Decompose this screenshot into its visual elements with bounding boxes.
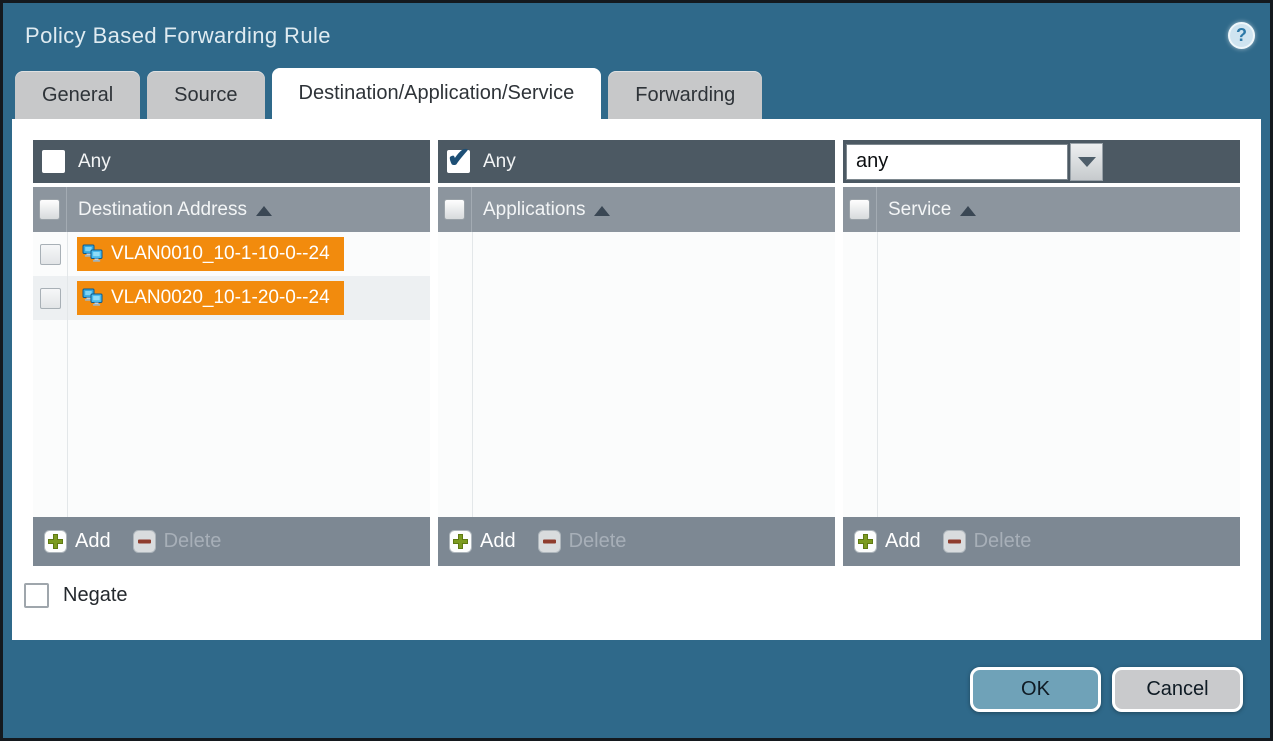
delete-application-button[interactable]: Delete [538,530,627,553]
service-type-value[interactable]: any [846,144,1068,180]
destination-any-label: Any [78,151,111,173]
sort-ascending-icon [594,206,610,216]
destination-any-checkbox[interactable]: ✔ [42,150,65,173]
plus-icon [449,530,472,553]
applications-header-label: Applications [483,199,585,221]
plus-icon [854,530,877,553]
network-group-icon [82,244,104,264]
network-group-icon [82,288,104,308]
destination-address-item[interactable]: VLAN0010_10-1-10-0--24 [77,237,344,271]
service-any-bar: any [843,140,1240,183]
dialog-title: Policy Based Forwarding Rule [25,23,331,49]
service-type-dropdown[interactable]: any [846,143,1103,181]
destination-address-label: VLAN0010_10-1-10-0--24 [111,243,330,265]
destination-select-all-checkbox[interactable] [39,199,60,220]
applications-any-label: Any [483,151,516,173]
service-select-all-checkbox[interactable] [849,199,870,220]
tab-source[interactable]: Source [147,71,264,119]
service-header-label: Service [888,199,951,221]
service-sort[interactable]: Service [877,187,976,232]
negate-row: Negate [24,583,1261,608]
applications-any-bar: ✔ Any [438,140,835,183]
add-application-button[interactable]: Add [449,530,516,553]
tab-content-panel: ✔ Any Destination Address [12,119,1261,640]
service-footer-bar: Add Delete [843,517,1240,566]
add-service-button[interactable]: Add [854,530,921,553]
check-icon: ✔ [447,141,470,174]
policy-based-forwarding-dialog: Policy Based Forwarding Rule ? General S… [0,0,1273,741]
applications-sort[interactable]: Applications [472,187,610,232]
tab-bar: General Source Destination/Application/S… [3,68,1270,119]
dialog-footer: OK Cancel [3,640,1270,738]
applications-any-checkbox[interactable]: ✔ [447,150,470,173]
negate-checkbox[interactable] [24,583,49,608]
delete-destination-button[interactable]: Delete [133,530,222,553]
plus-icon [44,530,67,553]
table-row[interactable]: VLAN0020_10-1-20-0--24 [33,276,430,320]
minus-icon [133,530,156,553]
minus-icon [943,530,966,553]
titlebar: Policy Based Forwarding Rule ? [3,3,1270,68]
tab-destination-application-service[interactable]: Destination/Application/Service [272,68,602,119]
service-list [843,232,1240,517]
cancel-button[interactable]: Cancel [1112,667,1243,712]
chevron-down-icon [1078,157,1096,167]
ok-button[interactable]: OK [970,667,1101,712]
destination-address-column: ✔ Any Destination Address [33,140,430,566]
service-column: any Service [843,140,1240,566]
dropdown-button[interactable] [1070,143,1103,181]
destination-any-bar: ✔ Any [33,140,430,183]
applications-footer-bar: Add Delete [438,517,835,566]
applications-column: ✔ Any Applications [438,140,835,566]
destination-address-list: VLAN0010_10-1-10-0--24 [33,232,430,517]
destination-footer-bar: Add Delete [33,517,430,566]
destination-address-label: VLAN0020_10-1-20-0--24 [111,287,330,309]
add-destination-button[interactable]: Add [44,530,111,553]
tab-general[interactable]: General [15,71,140,119]
sort-ascending-icon [256,206,272,216]
minus-icon [538,530,561,553]
destination-address-header: Destination Address [33,187,430,232]
destination-address-sort[interactable]: Destination Address [67,187,272,232]
row-checkbox[interactable] [40,288,61,309]
destination-address-item[interactable]: VLAN0020_10-1-20-0--24 [77,281,344,315]
delete-service-button[interactable]: Delete [943,530,1032,553]
service-header: Service [843,187,1240,232]
tab-forwarding[interactable]: Forwarding [608,71,762,119]
destination-address-header-label: Destination Address [78,199,247,221]
negate-label: Negate [63,584,128,607]
applications-header: Applications [438,187,835,232]
row-checkbox[interactable] [40,244,61,265]
sort-ascending-icon [960,206,976,216]
applications-select-all-checkbox[interactable] [444,199,465,220]
table-row[interactable]: VLAN0010_10-1-10-0--24 [33,232,430,276]
help-icon[interactable]: ? [1228,22,1255,49]
applications-list [438,232,835,517]
